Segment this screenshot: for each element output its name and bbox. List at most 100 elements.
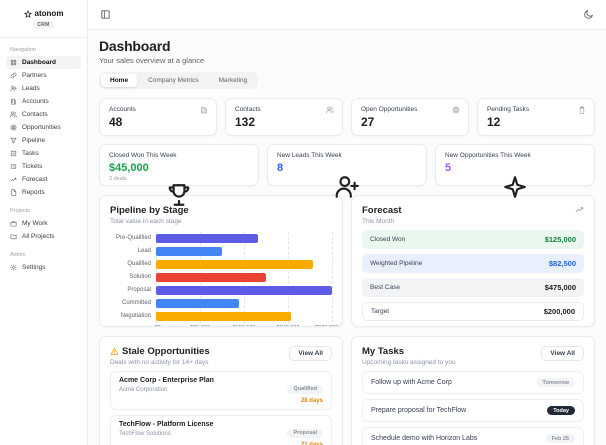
forecast-label: Target (371, 308, 390, 315)
stat-value: 5 (445, 162, 452, 174)
chart-y-labels: Pre-Qualified Lead Qualified Solution Pr… (110, 232, 156, 323)
page-title: Dashboard (99, 38, 171, 54)
sidebar-item-label: Contacts (22, 111, 48, 118)
sidebar-item-label: Partners (22, 72, 47, 79)
briefcase-icon (10, 220, 17, 227)
ticket-icon (10, 163, 17, 170)
sidebar-item-label: My Work (22, 220, 48, 227)
tasks-title: My Tasks (362, 346, 405, 357)
forecast-label: Best Case (370, 284, 400, 291)
logo-icon (23, 9, 32, 18)
tab-home[interactable]: Home (101, 74, 138, 87)
stat-card-new-leads-week: New Leads This Week 8 (267, 144, 427, 198)
task-item[interactable]: Prepare proposal for TechFlow Today (362, 399, 584, 422)
stat-label: Accounts (109, 106, 136, 113)
warning-icon (110, 347, 119, 356)
my-tasks-card: My Tasks Upcoming tasks assigned to you … (351, 336, 595, 445)
x-tick: $320,000 (315, 325, 338, 326)
trend-icon (10, 176, 17, 183)
forecast-value: $82,500 (548, 259, 576, 268)
sidebar-item-dashboard[interactable]: Dashboard (6, 56, 81, 69)
tab-company-metrics[interactable]: Company Metrics (139, 74, 208, 87)
stale-header: Stale Opportunities Deals with no activi… (110, 346, 332, 366)
bar-label: Committed (121, 300, 151, 306)
opportunity-name: Acme Corp - Enterprise Plan (119, 377, 214, 384)
sidebar-item-settings[interactable]: Settings (6, 261, 81, 274)
dashboard-icon (10, 59, 17, 66)
tasks-view-all-button[interactable]: View All (541, 346, 584, 361)
stat-card-closed-won-week: Closed Won This Week $45,000 3 deals (99, 144, 259, 206)
pipeline-by-stage-card: Pipeline by Stage Total value in each st… (99, 195, 343, 327)
pipeline-bar (156, 273, 266, 282)
sidebar-item-accounts[interactable]: Accounts (6, 95, 81, 108)
forecast-value: $125,000 (544, 235, 576, 244)
target-icon (452, 106, 460, 114)
users-icon (10, 111, 17, 118)
bar-label: Solution (129, 274, 151, 280)
sidebar-item-label: Reports (22, 189, 45, 196)
stage-badge: Qualified (287, 384, 323, 394)
forecast-value: $475,000 (544, 283, 576, 292)
pipeline-bar (156, 247, 222, 256)
clipboard-icon (578, 106, 586, 114)
due-badge: Today (547, 406, 575, 415)
task-title: Schedule demo with Horizon Labs (371, 435, 478, 442)
tasks-header: My Tasks Upcoming tasks assigned to you … (362, 346, 584, 366)
sidebar-section-navigation: Navigation (10, 47, 36, 53)
sidebar-section-projects: Projects (10, 208, 30, 214)
sidebar-item-my-work[interactable]: My Work (6, 217, 81, 230)
chart-subtitle: Total value in each stage (110, 218, 182, 225)
forecast-row-weighted-pipeline: Weighted Pipeline $82,500 (362, 254, 584, 273)
sidebar-item-pipeline[interactable]: Pipeline (6, 134, 81, 147)
theme-toggle-icon[interactable] (583, 9, 594, 20)
stat-value: $45,000 (109, 162, 149, 174)
task-item[interactable]: Follow up with Acme Corp Tomorrow (362, 371, 584, 394)
forecast-row-best-case: Best Case $475,000 (362, 278, 584, 297)
stat-card-pending-tasks: Pending Tasks 12 (477, 98, 595, 136)
sidebar-item-partners[interactable]: Partners (6, 69, 81, 82)
building-icon (200, 106, 208, 114)
sidebar-item-tickets[interactable]: Tickets (6, 160, 81, 173)
sidebar: atonom CRM Navigation Dashboard Partners… (0, 0, 88, 445)
funnel-icon (10, 137, 17, 144)
tab-marketing[interactable]: Marketing (210, 74, 257, 87)
sidebar-item-leads[interactable]: Leads (6, 82, 81, 95)
sidebar-divider (0, 37, 87, 38)
stat-value: 132 (235, 115, 256, 129)
forecast-title: Forecast (362, 205, 402, 216)
forecast-value: $200,000 (543, 307, 575, 316)
sidebar-item-all-projects[interactable]: All Projects (6, 230, 81, 243)
bar-label: Lead (137, 248, 151, 254)
handshake-icon (10, 72, 17, 79)
stale-item-techflow[interactable]: TechFlow - Platform License TechFlow Sol… (110, 415, 332, 445)
bottom-row: Stale Opportunities Deals with no activi… (99, 336, 595, 445)
stale-view-all-button[interactable]: View All (289, 346, 332, 361)
stale-item-acme[interactable]: Acme Corp - Enterprise Plan Acme Corpora… (110, 371, 332, 410)
sidebar-item-forecast[interactable]: Forecast (6, 173, 81, 186)
chart-plot-area (156, 232, 333, 323)
sidebar-item-reports[interactable]: Reports (6, 186, 81, 199)
trophy-icon (109, 182, 249, 208)
stat-value: 48 (109, 115, 123, 129)
stale-opportunities-card: Stale Opportunities Deals with no activi… (99, 336, 343, 445)
task-item[interactable]: Schedule demo with Horizon Labs Feb 25 (362, 427, 584, 445)
forecast-row-closed-won: Closed Won $125,000 (362, 230, 584, 249)
stat-label: Contacts (235, 106, 261, 113)
stat-label: Pending Tasks (487, 106, 530, 113)
app-window: atonom CRM Navigation Dashboard Partners… (0, 0, 606, 445)
x-tick: $240,000 (277, 325, 300, 326)
stat-label: Open Opportunities (361, 106, 418, 113)
tasks-subtitle: Upcoming tasks assigned to you (362, 359, 456, 366)
sidebar-toggle-icon[interactable] (100, 9, 111, 20)
stat-card-accounts: Accounts 48 (99, 98, 217, 136)
opportunity-name: TechFlow - Platform License (119, 421, 214, 428)
page-subtitle: Your sales overview at a glance (99, 56, 205, 65)
sparkle-icon (445, 174, 585, 200)
sidebar-item-contacts[interactable]: Contacts (6, 108, 81, 121)
forecast-header: Forecast This Month (362, 205, 584, 225)
sidebar-item-opportunities[interactable]: Opportunities (6, 121, 81, 134)
check-square-icon (10, 150, 17, 157)
stage-badge: Proposal (287, 428, 323, 438)
pipeline-bar (156, 286, 332, 295)
sidebar-item-tasks[interactable]: Tasks (6, 147, 81, 160)
